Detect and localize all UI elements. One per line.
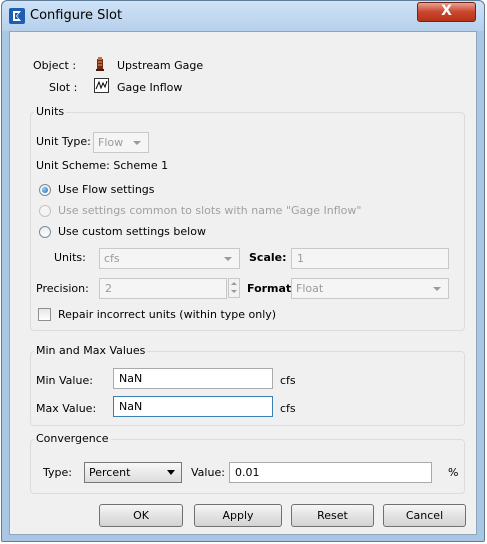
dialog-body: Object : Upstream Gage Slot : Gage Inflo… (9, 31, 477, 535)
apply-button[interactable]: Apply (194, 504, 282, 527)
unit-type-value: Flow (98, 136, 124, 149)
app-logo-icon (9, 8, 25, 24)
window-title: Configure Slot (30, 8, 123, 23)
chevron-down-icon (167, 470, 175, 475)
format-select[interactable]: Float (291, 278, 449, 299)
max-value-label: Max Value: (36, 402, 97, 415)
min-max-group-title: Min and Max Values (34, 344, 148, 357)
close-icon: X (441, 3, 452, 19)
slot-name: Gage Inflow (117, 81, 183, 94)
scale-field[interactable]: 1 (291, 248, 449, 269)
chevron-down-icon (133, 141, 141, 145)
unit-type-select[interactable]: Flow (93, 132, 149, 153)
reset-button[interactable]: Reset (291, 504, 374, 527)
precision-spinner[interactable] (228, 278, 240, 298)
unit-scheme-text: Unit Scheme: Scheme 1 (36, 159, 169, 172)
repair-units-checkbox[interactable] (38, 308, 51, 321)
gage-object-icon (94, 57, 106, 74)
chevron-down-icon (224, 257, 232, 261)
use-flow-settings-radio[interactable] (39, 184, 51, 196)
format-value: Float (296, 282, 324, 295)
spinner-up-icon[interactable] (231, 282, 237, 285)
min-value-label: Min Value: (36, 374, 93, 387)
precision-value: 2 (105, 282, 112, 295)
units-label: Units: (54, 251, 86, 264)
object-label: Object : (33, 59, 77, 72)
use-custom-settings-radio[interactable] (39, 226, 51, 238)
ok-button[interactable]: OK (99, 504, 183, 527)
use-custom-settings-label: Use custom settings below (58, 225, 206, 238)
convergence-type-value: Percent (89, 466, 131, 479)
max-value-input[interactable] (113, 396, 273, 417)
units-value: cfs (104, 252, 120, 265)
convergence-value-input[interactable] (229, 462, 432, 483)
use-common-settings-radio[interactable] (39, 205, 51, 217)
precision-label: Precision: (36, 282, 89, 295)
scale-value: 1 (297, 252, 304, 265)
convergence-group-title: Convergence (34, 432, 111, 445)
use-flow-settings-label: Use Flow settings (58, 183, 155, 196)
slot-label: Slot : (49, 81, 78, 94)
convergence-type-label: Type: (43, 466, 72, 479)
convergence-value-label: Value: (191, 466, 225, 479)
chevron-down-icon (433, 287, 441, 291)
title-bar[interactable]: Configure Slot X (2, 1, 484, 31)
cancel-button[interactable]: Cancel (383, 504, 466, 527)
convergence-unit: % (448, 466, 459, 479)
format-label: Format (247, 282, 292, 295)
precision-field[interactable]: 2 (99, 278, 227, 299)
unit-type-label: Unit Type: (36, 135, 91, 148)
use-common-settings-label: Use settings common to slots with name "… (58, 204, 362, 217)
scale-label: Scale: (249, 251, 287, 264)
min-value-input[interactable] (113, 368, 273, 389)
convergence-type-select[interactable]: Percent (84, 462, 182, 483)
close-button[interactable]: X (417, 2, 476, 22)
units-select[interactable]: cfs (99, 248, 240, 269)
units-group-title: Units (34, 105, 67, 118)
max-value-unit: cfs (280, 402, 296, 415)
min-value-unit: cfs (280, 374, 296, 387)
series-slot-icon (94, 78, 109, 96)
configure-slot-window: Configure Slot X Object : Upstream Gage … (1, 0, 485, 542)
object-name: Upstream Gage (117, 59, 204, 72)
spinner-down-icon[interactable] (231, 290, 237, 293)
repair-units-label: Repair incorrect units (within type only… (58, 308, 277, 321)
